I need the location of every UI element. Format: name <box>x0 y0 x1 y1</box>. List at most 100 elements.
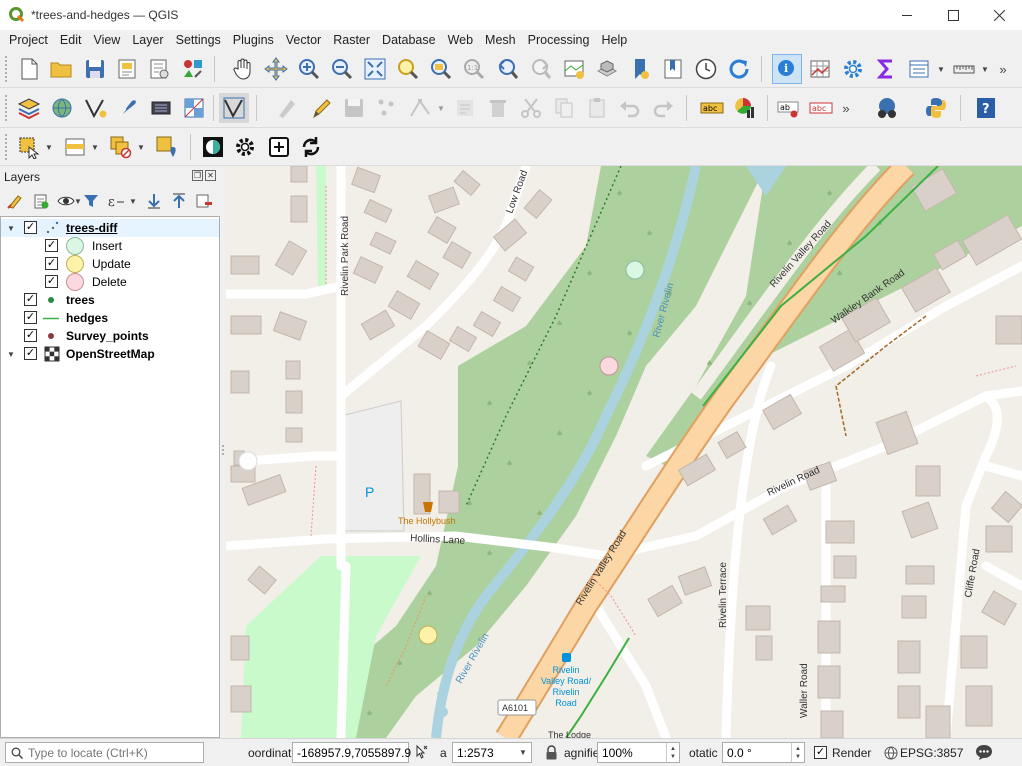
refresh-button[interactable] <box>724 54 754 84</box>
layout-manager-button[interactable] <box>144 54 174 84</box>
modify-attributes-button[interactable] <box>450 93 480 123</box>
collapse-all-icon[interactable] <box>170 192 188 210</box>
magnifier-spinbox[interactable]: 100% ▲ ▼ <box>597 742 680 763</box>
legend-class-update[interactable]: ✓ Update <box>1 255 219 273</box>
toolbar-overflow-chevron[interactable]: » <box>998 54 1008 84</box>
zoom-next-button[interactable] <box>526 54 556 84</box>
layer-visibility-checkbox[interactable]: ✓ <box>24 329 37 342</box>
magnifier-spin-buttons[interactable]: ▲ ▼ <box>666 743 679 762</box>
menu-help[interactable]: Help <box>595 33 633 47</box>
minimize-button[interactable] <box>884 0 930 30</box>
legend-class-insert[interactable]: ✓ Insert <box>1 237 219 255</box>
menu-raster[interactable]: Raster <box>327 33 376 47</box>
layer-visibility-checkbox[interactable]: ✓ <box>24 221 37 234</box>
scale-dropdown-arrow[interactable]: ▼ <box>515 743 531 762</box>
zoom-full-button[interactable] <box>360 54 390 84</box>
class-visibility-checkbox[interactable]: ✓ <box>45 275 58 288</box>
layer-labeling-button[interactable]: abc <box>697 93 727 123</box>
toggle-editing-button[interactable] <box>219 93 249 123</box>
identify-features-button[interactable]: i <box>772 54 802 84</box>
menu-web[interactable]: Web <box>442 33 479 47</box>
measure-dropdown-arrow[interactable]: ▼ <box>980 54 990 84</box>
add-point-feature-button[interactable] <box>372 93 402 123</box>
layer-row-hedges[interactable]: ✓ hedges <box>1 309 219 327</box>
layer-row-openstreetmap[interactable]: ▼ ✓ OpenStreetMap <box>1 345 219 363</box>
render-checkbox[interactable]: ✓ <box>814 746 827 759</box>
show-hide-labels-button[interactable]: abc <box>806 93 836 123</box>
data-source-manager-button[interactable] <box>14 93 44 123</box>
toggle-extents-mouse-icon[interactable] <box>413 744 429 760</box>
menu-edit[interactable]: Edit <box>54 33 88 47</box>
select-by-location-button[interactable] <box>152 132 182 162</box>
copy-features-button[interactable] <box>549 93 579 123</box>
add-square-button[interactable] <box>264 132 294 162</box>
digitize-feather-button[interactable] <box>113 93 143 123</box>
new-spatial-bookmark-button[interactable] <box>625 54 655 84</box>
coordinate-field[interactable]: -168957.9,7055897.9 <box>292 742 411 763</box>
menu-vector[interactable]: Vector <box>280 33 327 47</box>
python-console-button[interactable] <box>921 93 951 123</box>
filter-by-expression-icon[interactable]: ε <box>107 192 125 210</box>
locator-bar[interactable] <box>5 742 204 763</box>
menu-plugins[interactable]: Plugins <box>227 33 280 47</box>
menu-view[interactable]: View <box>87 33 126 47</box>
new-map-view-button[interactable] <box>559 54 589 84</box>
sync-button[interactable] <box>296 132 326 162</box>
toggle-edit-pencil-button[interactable] <box>306 93 336 123</box>
rotation-spinbox[interactable]: 0.0 ° ▲ ▼ <box>722 742 805 763</box>
toolbar-grip[interactable] <box>4 94 8 122</box>
vertex-tool-button[interactable] <box>405 93 435 123</box>
style-manager-button[interactable] <box>178 54 208 84</box>
layer-diagram-button[interactable] <box>730 93 760 123</box>
legend-class-delete[interactable]: ✓ Delete <box>1 273 219 291</box>
remove-layer-icon[interactable] <box>195 192 213 210</box>
close-button[interactable] <box>976 0 1022 30</box>
settings-gear-button[interactable] <box>230 132 260 162</box>
new-virtual-layer-button[interactable] <box>146 93 176 123</box>
class-visibility-checkbox[interactable]: ✓ <box>45 239 58 252</box>
open-layer-styling-icon[interactable] <box>6 192 24 210</box>
menu-settings[interactable]: Settings <box>170 33 227 47</box>
filter-expression-dropdown[interactable]: ▼ <box>128 188 138 214</box>
highlight-pinned-labels-button[interactable]: ab <box>774 93 804 123</box>
current-edits-button[interactable] <box>272 93 302 123</box>
zoom-in-button[interactable] <box>294 54 324 84</box>
map-canvas[interactable]: ♠♠♠♠ ♠♠♠♠ ♠♠♠♠ ♠♠♠♠ ♠♠♠♠ ♠♠♠♠ ♠♠♠ <box>226 166 1022 738</box>
toolbar-grip[interactable] <box>4 55 8 83</box>
open-attribute-table-button[interactable] <box>805 54 835 84</box>
layer-row-survey-points[interactable]: ✓ Survey_points <box>1 327 219 345</box>
toolbar-grip[interactable] <box>4 133 8 161</box>
scale-combo[interactable]: 1:2573 ▼ <box>452 742 532 763</box>
select-features-dropdown[interactable]: ▼ <box>44 132 54 162</box>
show-bookmarks-button[interactable] <box>658 54 688 84</box>
lock-scale-icon[interactable] <box>545 745 558 760</box>
zoom-to-layer-button[interactable] <box>426 54 456 84</box>
new-print-layout-button[interactable] <box>112 54 142 84</box>
insert-tree-point[interactable] <box>625 260 645 280</box>
layer-visibility-checkbox[interactable]: ✓ <box>24 293 37 306</box>
collapse-chevron-icon[interactable]: ▼ <box>7 224 15 233</box>
maximize-button[interactable] <box>930 0 976 30</box>
table-dropdown-arrow[interactable]: ▼ <box>936 54 946 84</box>
add-group-icon[interactable] <box>32 192 50 210</box>
label-toolbar-overflow[interactable]: » <box>841 93 851 123</box>
class-visibility-checkbox[interactable]: ✓ <box>45 257 58 270</box>
add-layer-button[interactable] <box>47 93 77 123</box>
layer-visibility-checkbox[interactable]: ✓ <box>24 311 37 324</box>
deselect-dropdown[interactable]: ▼ <box>136 132 146 162</box>
layer-row-trees-diff[interactable]: ▼ ✓ trees-diff <box>1 219 219 237</box>
measure-button[interactable] <box>949 54 979 84</box>
expand-all-icon[interactable] <box>145 192 163 210</box>
panel-close-button[interactable]: ✕ <box>205 170 216 181</box>
save-layer-edits-button[interactable] <box>339 93 369 123</box>
undo-button[interactable] <box>615 93 645 123</box>
processing-toolbox-button[interactable] <box>838 54 868 84</box>
rotation-spin-buttons[interactable]: ▲ ▼ <box>791 743 804 762</box>
open-project-button[interactable] <box>46 54 76 84</box>
metasearch-button[interactable] <box>872 93 902 123</box>
delete-selected-button[interactable] <box>483 93 513 123</box>
menu-database[interactable]: Database <box>376 33 442 47</box>
save-project-button[interactable] <box>80 54 110 84</box>
layer-row-trees[interactable]: ✓ trees <box>1 291 219 309</box>
menu-layer[interactable]: Layer <box>126 33 169 47</box>
